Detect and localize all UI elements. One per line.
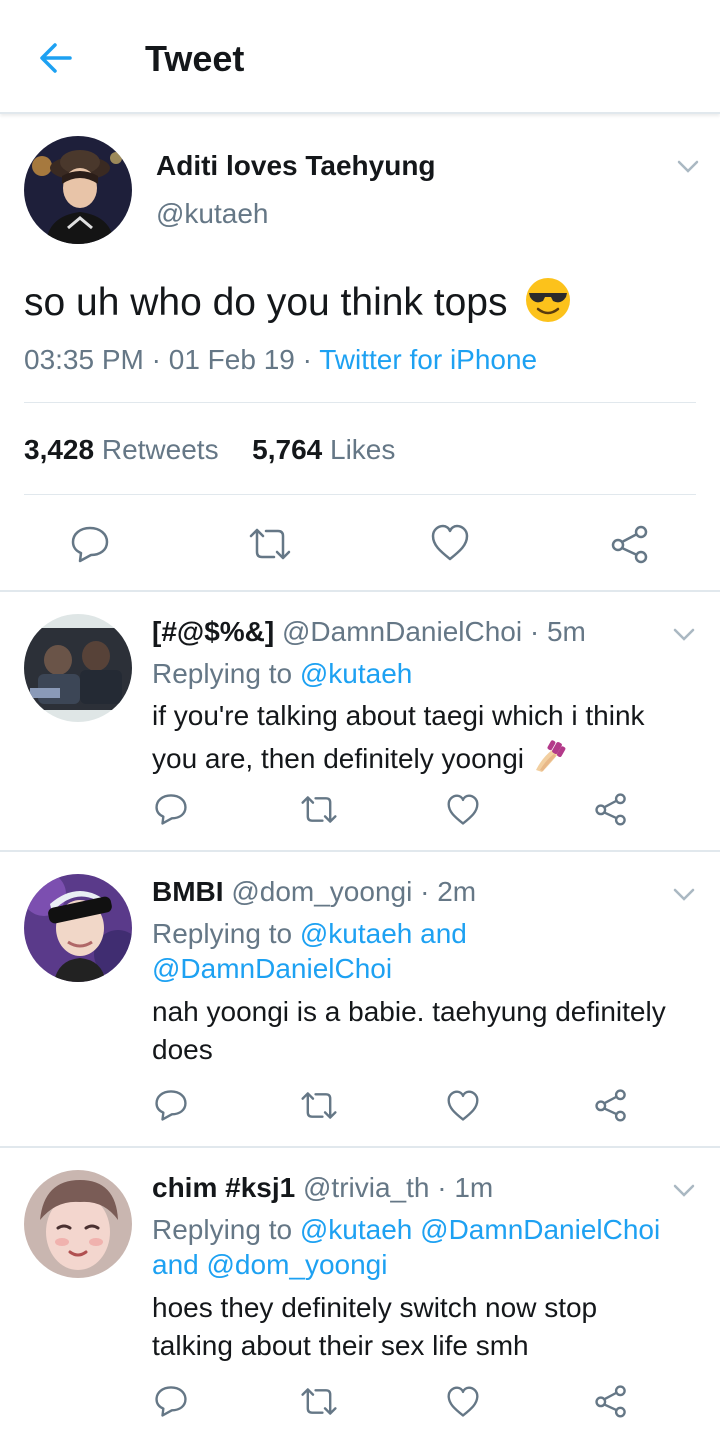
reply-text-line: you are, then definitely yoongi <box>152 743 525 774</box>
reply-tweet[interactable]: BMBI @dom_yoongi · 2m Replying to @kutae… <box>0 850 720 1146</box>
reply-header: chim #ksj1 @trivia_th · 1m <box>152 1172 493 1204</box>
separator-dot: · <box>302 344 320 375</box>
reply-text-line: if you're talking about taegi which i th… <box>152 700 645 731</box>
reply-tweet[interactable]: [#@$%&] @DamnDanielChoi · 5m Replying to… <box>0 590 720 850</box>
author-handle[interactable]: @dom_yoongi <box>231 876 412 907</box>
smiling-face-with-sunglasses-icon <box>526 278 571 322</box>
separator-dot: · <box>412 876 438 907</box>
author-name[interactable]: BMBI <box>152 876 224 907</box>
replying-to-link[interactable]: @DamnDanielChoi <box>152 953 392 985</box>
replying-to-link[interactable]: @kutaeh <box>300 658 413 689</box>
reply-time: 2m <box>437 876 477 907</box>
share-icon[interactable] <box>594 1384 628 1418</box>
separator-dot: · <box>151 344 169 375</box>
reply-icon[interactable] <box>70 524 110 564</box>
tweet-stats: 3,428 Retweets 5,764 Likes <box>24 434 395 466</box>
retweets-stat[interactable]: 3,428 Retweets <box>24 434 219 465</box>
reply-text-line: hoes they definitely switch now stop <box>152 1292 598 1323</box>
replying-to-label: Replying to <box>152 658 293 689</box>
main-tweet: Aditi loves Taehyung @kutaeh so uh who d… <box>0 116 720 590</box>
share-icon[interactable] <box>610 524 650 564</box>
reply-icon[interactable] <box>154 1088 188 1122</box>
avatar[interactable] <box>24 614 132 722</box>
separator-dot: · <box>429 1172 455 1203</box>
replying-to: Replying to @kutaeh @DamnDanielChoi <box>152 1214 660 1246</box>
reply-time: 1m <box>454 1172 494 1203</box>
author-handle[interactable]: @trivia_th <box>303 1172 429 1203</box>
tweet-source-link[interactable]: Twitter for iPhone <box>319 344 537 375</box>
reply-header: BMBI @dom_yoongi · 2m <box>152 876 476 908</box>
replying-to-label: Replying to <box>152 918 293 949</box>
chevron-down-icon[interactable] <box>672 882 696 906</box>
avatar[interactable] <box>24 136 132 244</box>
author-name[interactable]: [#@$%&] <box>152 616 274 647</box>
heart-icon[interactable] <box>430 524 470 562</box>
chevron-down-icon[interactable] <box>676 154 700 178</box>
reply-time: 5m <box>546 616 586 647</box>
author-name[interactable]: chim #ksj1 <box>152 1172 295 1203</box>
reply-header: [#@$%&] @DamnDanielChoi · 5m <box>152 616 586 648</box>
heart-icon[interactable] <box>446 1386 480 1418</box>
tweet-time: 03:35 PM <box>24 344 144 375</box>
reply-icon[interactable] <box>154 1384 188 1418</box>
reply-text-line: talking about their sex life smh <box>152 1330 529 1361</box>
divider <box>24 402 696 403</box>
likes-count: 5,764 <box>252 434 323 465</box>
arrow-left-icon[interactable] <box>34 36 78 80</box>
retweet-icon[interactable] <box>300 794 338 825</box>
author-handle[interactable]: @DamnDanielChoi <box>282 616 522 647</box>
reply-tweet[interactable]: chim #ksj1 @trivia_th · 1m Replying to @… <box>0 1146 720 1444</box>
divider <box>24 494 696 495</box>
share-icon[interactable] <box>594 792 628 826</box>
heart-icon[interactable] <box>446 794 480 826</box>
separator-dot: · <box>522 616 547 647</box>
reply-text: you are, then definitely yoongi <box>152 738 568 775</box>
retweet-icon[interactable] <box>248 526 292 562</box>
reply-text-line: does <box>152 1034 213 1065</box>
share-icon[interactable] <box>594 1088 628 1122</box>
replying-to: Replying to @kutaeh and <box>152 918 467 950</box>
retweet-icon[interactable] <box>300 1386 338 1417</box>
page-title: Tweet <box>145 38 245 79</box>
chevron-down-icon[interactable] <box>672 622 696 646</box>
tweet-date: 01 Feb 19 <box>168 344 295 375</box>
reply-icon[interactable] <box>154 792 188 826</box>
likes-stat[interactable]: 5,764 Likes <box>252 434 395 465</box>
nail-polish-icon <box>535 740 566 772</box>
tweet-meta: 03:35 PM · 01 Feb 19 · Twitter for iPhon… <box>24 344 537 376</box>
chevron-down-icon[interactable] <box>672 1178 696 1202</box>
top-app-bar: Tweet <box>0 0 720 114</box>
avatar[interactable] <box>24 1170 132 1278</box>
replying-to: Replying to @kutaeh <box>152 658 412 690</box>
replying-to-link[interactable]: @kutaeh and <box>300 918 467 949</box>
author-handle[interactable]: @kutaeh <box>156 198 269 230</box>
replying-to-label: Replying to <box>152 1214 293 1245</box>
heart-icon[interactable] <box>446 1090 480 1122</box>
tweet-text: so uh who do you think tops <box>24 276 572 325</box>
replying-to-link[interactable]: @kutaeh @DamnDanielChoi <box>300 1214 660 1245</box>
retweets-count: 3,428 <box>24 434 95 465</box>
avatar[interactable] <box>24 874 132 982</box>
retweet-icon[interactable] <box>300 1090 338 1121</box>
reply-text-line: nah yoongi is a babie. taehyung definite… <box>152 996 666 1027</box>
retweets-label: Retweets <box>101 434 219 465</box>
replying-to-link[interactable]: and @dom_yoongi <box>152 1249 387 1281</box>
tweet-text-content: so uh who do you think tops <box>24 281 508 324</box>
author-name[interactable]: Aditi loves Taehyung <box>156 150 436 182</box>
likes-label: Likes <box>330 434 396 465</box>
